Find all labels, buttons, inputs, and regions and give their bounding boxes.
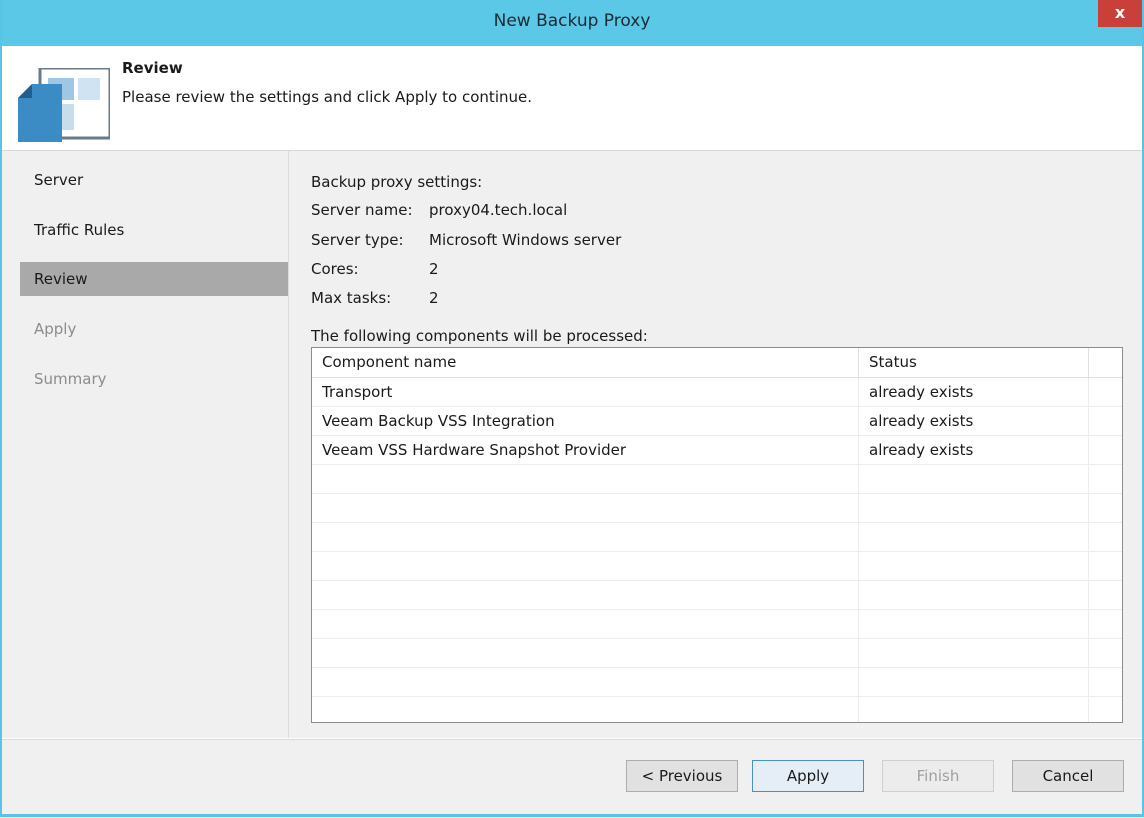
step-title: Review (122, 59, 183, 77)
empty-row (312, 668, 1122, 697)
step-traffic-rules[interactable]: Traffic Rules (20, 213, 288, 247)
empty-row (312, 552, 1122, 581)
table-row[interactable]: Veeam Backup VSS Integration already exi… (312, 407, 1122, 436)
table-row[interactable]: Veeam VSS Hardware Snapshot Provider alr… (312, 436, 1122, 465)
component-name-cell: Veeam VSS Hardware Snapshot Provider (312, 436, 626, 464)
status-cell: already exists (859, 378, 973, 406)
cancel-button[interactable]: Cancel (1012, 760, 1124, 792)
step-apply: Apply (20, 312, 288, 346)
component-name-cell: Veeam Backup VSS Integration (312, 407, 555, 435)
server-type-value: Microsoft Windows server (429, 231, 621, 249)
step-summary: Summary (20, 362, 288, 396)
close-button[interactable]: x (1098, 0, 1142, 27)
max-tasks-label: Max tasks: (311, 289, 391, 307)
components-table[interactable]: Component name Status Transport already … (311, 347, 1123, 723)
wizard-header: Review Please review the settings and cl… (2, 46, 1142, 151)
status-cell: already exists (859, 436, 973, 464)
cores-label: Cores: (311, 260, 359, 278)
title-bar: New Backup Proxy x (2, 0, 1142, 46)
column-header-component-name[interactable]: Component name (312, 348, 859, 377)
server-name-label: Server name: (311, 201, 413, 219)
previous-button[interactable]: < Previous (626, 760, 738, 792)
apply-button[interactable]: Apply (752, 760, 864, 792)
server-type-label: Server type: (311, 231, 404, 249)
table-row[interactable]: Transport already exists (312, 378, 1122, 407)
max-tasks-value: 2 (429, 289, 439, 307)
empty-row (312, 581, 1122, 610)
review-panel: Backup proxy settings: Server name: prox… (289, 151, 1142, 738)
empty-row (312, 523, 1122, 552)
backup-proxy-icon (18, 68, 110, 146)
empty-row (312, 610, 1122, 639)
empty-row (312, 465, 1122, 494)
cores-value: 2 (429, 260, 439, 278)
empty-row (312, 639, 1122, 668)
components-heading: The following components will be process… (311, 327, 648, 345)
window-title: New Backup Proxy (2, 11, 1142, 31)
wizard-steps: Server Traffic Rules Review Apply Summar… (2, 151, 289, 738)
wizard-footer: < Previous Apply Finish Cancel (2, 739, 1142, 818)
server-name-value: proxy04.tech.local (429, 201, 567, 219)
wizard-window: New Backup Proxy x Review Please review … (0, 0, 1144, 817)
column-header-status[interactable]: Status (859, 348, 1089, 377)
finish-button: Finish (882, 760, 994, 792)
status-cell: already exists (859, 407, 973, 435)
table-header: Component name Status (312, 348, 1122, 378)
step-server[interactable]: Server (20, 163, 288, 197)
step-review[interactable]: Review (20, 262, 288, 296)
empty-row (312, 494, 1122, 523)
step-description: Please review the settings and click App… (122, 88, 532, 106)
settings-heading: Backup proxy settings: (311, 173, 482, 191)
component-name-cell: Transport (312, 378, 392, 406)
